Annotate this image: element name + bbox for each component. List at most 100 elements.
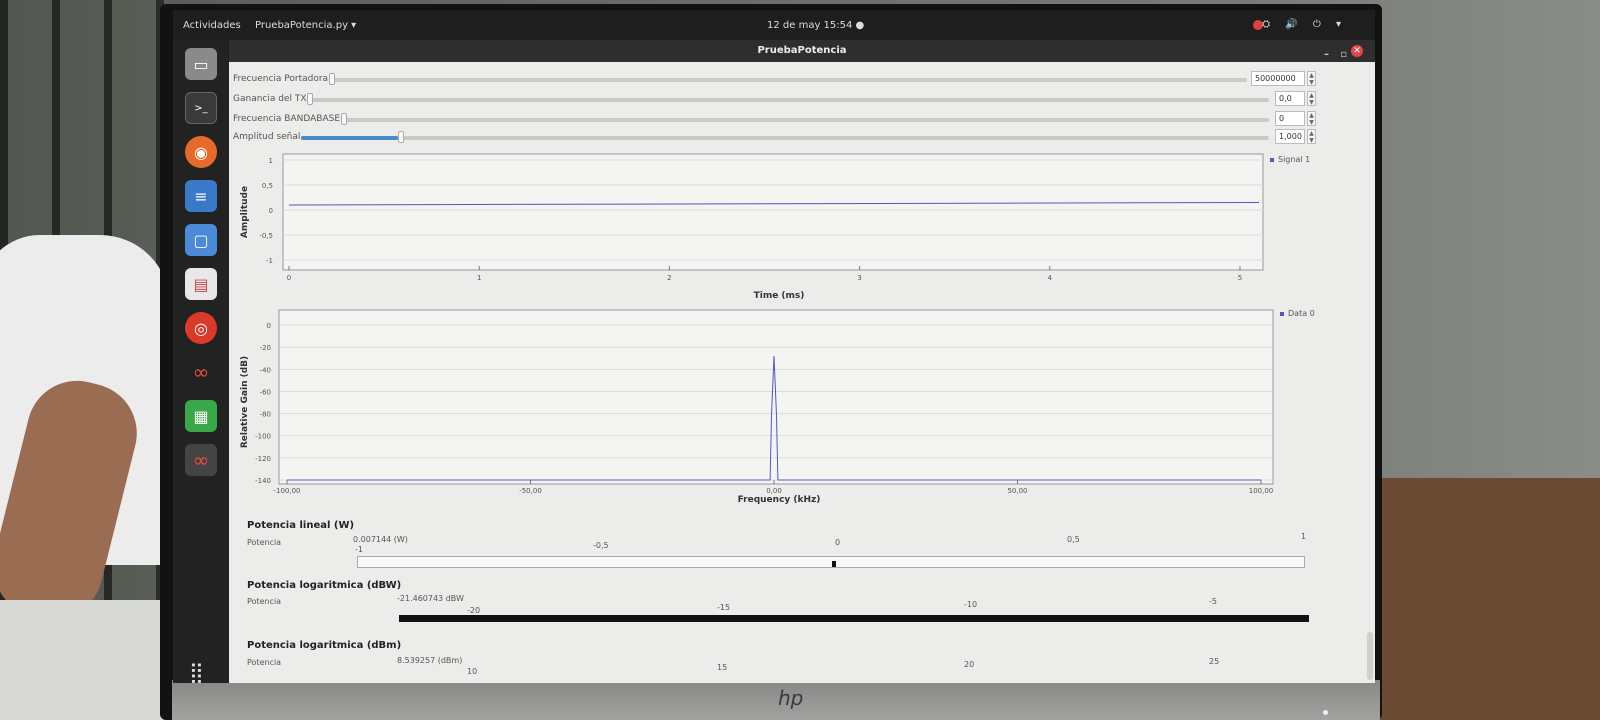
calc-icon[interactable]: ▦ bbox=[185, 400, 217, 432]
slider-handle[interactable] bbox=[398, 131, 404, 143]
remmina-icon[interactable]: ▢ bbox=[185, 224, 217, 256]
time-xtick: 2 bbox=[667, 274, 671, 282]
param-row-amplitude: Amplitud señal 1,000 ▲ ▼ bbox=[229, 128, 1375, 146]
time-xtick: 5 bbox=[1238, 274, 1242, 282]
linear-power-bar bbox=[357, 556, 1305, 568]
param-label: Ganancia del TX bbox=[233, 94, 307, 104]
freq-xtick: -100,00 bbox=[273, 487, 300, 495]
param-row-carrier: Frecuencia Portadora 50000000 ▲ ▼ bbox=[229, 70, 1375, 88]
freq-xtick: -50,00 bbox=[519, 487, 542, 495]
freq-ytick: -20 bbox=[260, 344, 271, 352]
tx-gain-slider[interactable] bbox=[307, 98, 1269, 102]
time-plot[interactable]: 1 0,5 0 -0,5 -1 0 1 2 3 4 5 Amplitude Time (ms) S… bbox=[229, 150, 1375, 300]
time-xlabel: Time (ms) bbox=[754, 291, 805, 300]
spin-arrows-icon[interactable]: ▲ ▼ bbox=[1307, 91, 1316, 106]
freq-ytick: -120 bbox=[255, 455, 271, 463]
param-label: Amplitud señal bbox=[233, 132, 301, 142]
freq-xtick: 100,00 bbox=[1249, 487, 1274, 495]
dbm-power-value: 8.539257 (dBm) bbox=[397, 656, 463, 665]
dbw-tick: -15 bbox=[717, 603, 731, 612]
baseband-spinbox[interactable]: 0 bbox=[1275, 111, 1305, 126]
dbm-power-title: Potencia logaritmica (dBm) bbox=[247, 640, 402, 651]
slider-handle[interactable] bbox=[329, 73, 335, 85]
dbm-tick: 15 bbox=[717, 663, 728, 672]
dbw-tick: -10 bbox=[964, 600, 978, 609]
desk-left bbox=[0, 600, 180, 720]
spin-arrows-icon[interactable]: ▲ ▼ bbox=[1307, 111, 1316, 126]
activities-button[interactable]: Actividades bbox=[183, 20, 241, 31]
slider-handle[interactable] bbox=[341, 113, 347, 125]
time-ytick: 0,5 bbox=[262, 182, 273, 190]
dbm-tick: 25 bbox=[1209, 657, 1220, 666]
app-menu[interactable]: PruebaPotencia.py ▾ bbox=[255, 20, 356, 31]
dbw-power-bar bbox=[399, 615, 1309, 622]
dbw-power-title: Potencia logaritmica (dBW) bbox=[247, 580, 402, 591]
vertical-scrollbar[interactable] bbox=[1367, 632, 1373, 680]
dbm-power-label: Potencia bbox=[247, 658, 282, 667]
top-bar: Actividades PruebaPotencia.py ▾ 12 de ma… bbox=[173, 10, 1375, 40]
amplitude-slider-fill bbox=[301, 136, 398, 140]
monitor-chin bbox=[172, 680, 1380, 720]
cabinet-right bbox=[1380, 478, 1600, 720]
close-button[interactable]: ✕ bbox=[1351, 45, 1363, 57]
freq-ytick: -100 bbox=[255, 433, 271, 441]
linear-tick: -0,5 bbox=[593, 541, 609, 550]
baseband-slider[interactable] bbox=[341, 118, 1269, 122]
freq-legend[interactable]: Data 0 bbox=[1288, 309, 1315, 318]
app-client-area: Frecuencia Portadora 50000000 ▲ ▼ Gananci… bbox=[229, 62, 1375, 683]
time-ytick: -1 bbox=[266, 257, 273, 265]
linear-power-label: Potencia bbox=[247, 538, 282, 547]
window-title: PruebaPotencia bbox=[757, 45, 847, 56]
dbm-tick: 20 bbox=[964, 660, 975, 669]
carrier-spinbox[interactable]: 50000000 bbox=[1251, 71, 1305, 86]
files-icon[interactable]: ▭ bbox=[185, 48, 217, 80]
time-ytick: -0,5 bbox=[259, 232, 273, 240]
time-ytick: 1 bbox=[269, 157, 273, 165]
freq-ytick: -40 bbox=[260, 366, 271, 374]
screen: Actividades PruebaPotencia.py ▾ 12 de ma… bbox=[173, 10, 1375, 683]
freq-ytick: 0 bbox=[267, 322, 271, 330]
param-label: Frecuencia BANDABASE bbox=[233, 114, 341, 124]
power-led bbox=[1323, 710, 1328, 715]
amplitude-spinbox[interactable]: 1,000 bbox=[1275, 129, 1305, 144]
chrome-icon[interactable]: ◎ bbox=[185, 312, 217, 344]
dbw-tick: -5 bbox=[1209, 597, 1217, 606]
writer-icon[interactable]: ≡ bbox=[185, 180, 217, 212]
spin-arrows-icon[interactable]: ▲ ▼ bbox=[1307, 129, 1316, 144]
freq-ylabel: Relative Gain (dB) bbox=[240, 356, 250, 448]
linear-tick: 0,5 bbox=[1067, 535, 1080, 544]
impress-icon[interactable]: ▤ bbox=[185, 268, 217, 300]
freq-ytick: -80 bbox=[260, 411, 271, 419]
legend-swatch bbox=[1280, 312, 1284, 316]
firefox-icon[interactable]: ◉ bbox=[185, 136, 217, 168]
gnuradio-active-icon[interactable]: ∞ bbox=[185, 444, 217, 476]
carrier-slider[interactable] bbox=[329, 78, 1247, 82]
slider-handle[interactable] bbox=[307, 93, 313, 105]
time-plot-area bbox=[282, 153, 1264, 271]
time-ylabel: Amplitude bbox=[240, 186, 250, 238]
hp-logo: hp bbox=[778, 686, 804, 710]
system-tray[interactable]: ⛭ 🔊 ⏻ ▾ bbox=[1262, 19, 1347, 30]
time-legend[interactable]: Signal 1 bbox=[1278, 155, 1310, 164]
amplitude-slider[interactable] bbox=[301, 136, 1269, 140]
tx-gain-spinbox[interactable]: 0,0 bbox=[1275, 91, 1305, 106]
param-label: Frecuencia Portadora bbox=[233, 74, 329, 84]
freq-xlabel: Frequency (kHz) bbox=[738, 495, 821, 504]
linear-power-title: Potencia lineal (W) bbox=[247, 520, 355, 531]
param-row-baseband: Frecuencia BANDABASE 0 ▲ ▼ bbox=[229, 110, 1375, 128]
linear-power-marker bbox=[832, 561, 837, 567]
linear-power-value: 0.007144 (W) bbox=[353, 535, 408, 544]
terminal-icon[interactable]: >_ bbox=[185, 92, 217, 124]
legend-swatch bbox=[1270, 158, 1274, 162]
freq-ytick: -140 bbox=[255, 477, 271, 485]
freq-xtick: 0,00 bbox=[766, 487, 782, 495]
spin-arrows-icon[interactable]: ▲ ▼ bbox=[1307, 71, 1316, 86]
freq-xtick: 50,00 bbox=[1007, 487, 1027, 495]
gnuradio-icon[interactable]: ∞ bbox=[185, 356, 217, 388]
time-ytick: 0 bbox=[269, 207, 273, 215]
freq-ytick: -60 bbox=[260, 388, 271, 396]
frequency-plot[interactable]: 0 -20 -40 -60 -80 -100 -120 -140 -100,00 -50,00 0… bbox=[229, 300, 1375, 504]
clock[interactable]: 12 de may 15:54 ● bbox=[767, 20, 864, 31]
linear-tick: -1 bbox=[355, 545, 363, 554]
apps-grid-icon[interactable]: ⣿ bbox=[189, 660, 204, 683]
